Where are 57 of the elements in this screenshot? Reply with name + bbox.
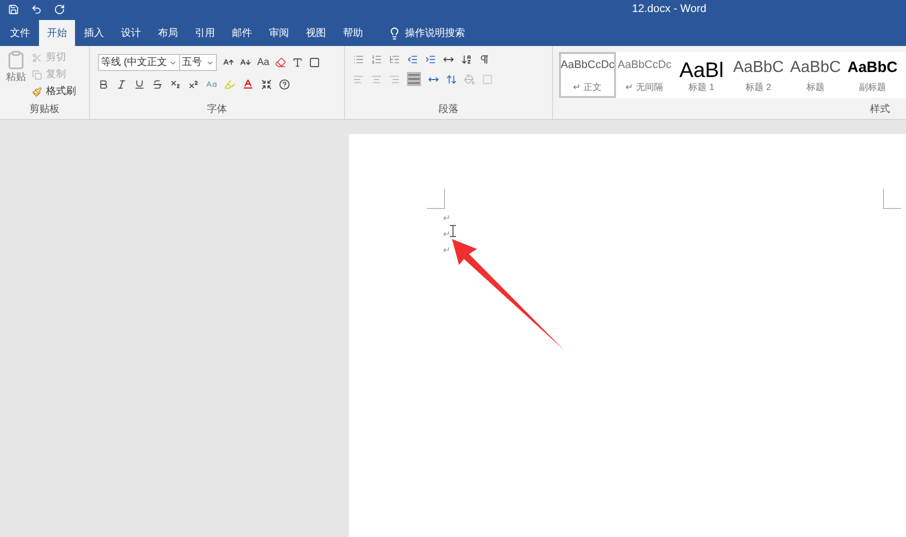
- style-option[interactable]: AaBbCcDc ↵ 正文: [559, 52, 616, 98]
- ribbon-tab[interactable]: 设计: [113, 20, 149, 46]
- corner-mark: [427, 189, 445, 209]
- multilevel-list-icon[interactable]: [389, 54, 400, 65]
- line-spacing-icon[interactable]: [446, 74, 457, 84]
- superscript-icon[interactable]: [188, 78, 199, 90]
- copy-icon: [32, 70, 42, 80]
- circle-icon[interactable]: [279, 78, 290, 90]
- group-label: 段落: [438, 102, 460, 117]
- lightbulb-icon[interactable]: [388, 26, 401, 40]
- group-label: 字体: [206, 102, 228, 117]
- text-cursor-icon: [450, 225, 456, 237]
- justify-icon[interactable]: [407, 72, 421, 86]
- italic-icon[interactable]: [116, 78, 127, 90]
- grow-font-icon[interactable]: [223, 57, 234, 68]
- font-name-field[interactable]: 等线 (中文正文: [98, 54, 180, 71]
- paragraph-mark: ↵: [443, 228, 452, 241]
- sort-icon[interactable]: [461, 54, 472, 65]
- change-case-button[interactable]: Aa: [257, 55, 270, 70]
- ribbon-tab[interactable]: 引用: [187, 20, 223, 46]
- clipboard-command[interactable]: 格式刷: [32, 84, 76, 99]
- window-title: 12.docx - Word: [632, 2, 706, 17]
- font-color-icon[interactable]: [242, 78, 254, 90]
- ribbon-tab[interactable]: 帮助: [335, 20, 371, 46]
- ribbon-tab[interactable]: 插入: [76, 20, 112, 46]
- redo-icon[interactable]: [54, 4, 65, 14]
- strikethrough-icon[interactable]: [152, 78, 163, 90]
- decrease-indent-icon[interactable]: [407, 54, 418, 65]
- corner-mark: [883, 189, 901, 209]
- subscript-icon[interactable]: [170, 78, 181, 90]
- group-label: 样式: [869, 102, 891, 117]
- numbering-icon[interactable]: [371, 54, 382, 65]
- group-label: 剪贴板: [28, 102, 60, 117]
- save-icon[interactable]: [8, 4, 19, 14]
- paragraph-mark: ↵: [443, 244, 452, 257]
- shrink-font-icon[interactable]: [240, 57, 252, 68]
- clipboard-icon: [6, 50, 26, 70]
- square-icon[interactable]: [309, 57, 320, 68]
- eraser-icon[interactable]: [275, 57, 286, 68]
- ribbon-tab[interactable]: 布局: [150, 20, 186, 46]
- bold-icon[interactable]: [98, 78, 109, 90]
- ribbon-tab[interactable]: 视图: [298, 20, 334, 46]
- font-size-field[interactable]: 五号: [179, 54, 218, 71]
- underline-icon[interactable]: [134, 78, 145, 90]
- tell-me-search[interactable]: 操作说明搜索: [405, 26, 465, 40]
- ribbon-tab[interactable]: 开始: [39, 20, 75, 46]
- scissors-icon: [32, 52, 42, 62]
- ribbon-tab[interactable]: 文件: [2, 20, 38, 46]
- paragraph-mark: ↵: [443, 212, 452, 225]
- ribbon-tab[interactable]: 审阅: [261, 20, 297, 46]
- paintbrush-icon: [32, 86, 42, 96]
- type-icon[interactable]: [292, 57, 304, 68]
- bullets-icon[interactable]: [353, 54, 364, 65]
- increase-indent-icon[interactable]: [425, 54, 436, 65]
- ribbon-tab[interactable]: 邮件: [224, 20, 260, 46]
- pilcrow-icon[interactable]: [479, 54, 490, 65]
- undo-icon[interactable]: [31, 4, 42, 14]
